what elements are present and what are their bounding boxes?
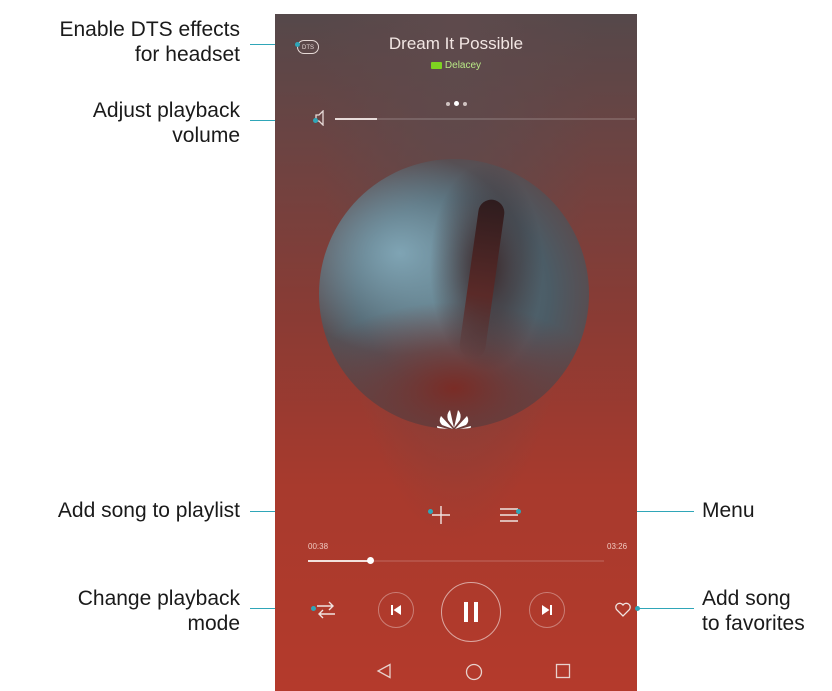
album-art[interactable] <box>319 159 589 429</box>
page-indicator <box>275 95 637 113</box>
play-pause-button[interactable] <box>441 582 501 642</box>
annotation-menu-line1: Menu <box>702 499 755 522</box>
music-player-screen: DTS Dream It Possible Delacey 00:38 03:2… <box>275 14 637 691</box>
heart-icon[interactable] <box>614 601 632 618</box>
square-recents-icon[interactable] <box>555 663 571 679</box>
total-time: 03:26 <box>607 542 628 551</box>
annotation-add-playlist-line1: Add song to playlist <box>57 499 240 522</box>
previous-button[interactable] <box>378 592 414 628</box>
leader-favorites <box>637 608 694 609</box>
volume-slider-fill <box>335 118 377 120</box>
leader-volume-dot <box>313 118 318 123</box>
album-tag-icon <box>430 61 442 69</box>
volume-slider[interactable] <box>335 118 635 120</box>
leader-add-playlist-dot <box>428 509 433 514</box>
annotation-favorites-line2: to favorites <box>702 612 805 635</box>
page-indicator-dot <box>462 101 467 106</box>
triangle-back-icon[interactable] <box>376 663 392 679</box>
progress-bar-knob[interactable] <box>367 557 375 564</box>
annotation-menu: Menu <box>702 498 832 523</box>
plus-icon[interactable] <box>430 504 452 526</box>
song-title: Dream It Possible <box>388 34 524 53</box>
leader-dts-dot <box>295 42 300 47</box>
leader-favorites-dot <box>635 606 640 611</box>
next-button[interactable] <box>529 592 565 628</box>
annotation-volume-line1: Adjust playback <box>92 99 240 122</box>
annotation-play-mode: Change playback mode <box>0 586 240 636</box>
leader-play-mode-dot <box>311 606 316 611</box>
album-row: Delacey <box>275 60 637 71</box>
annotation-volume: Adjust playback volume <box>0 98 240 148</box>
leader-menu-dot <box>516 509 521 514</box>
progress-bar-fill <box>308 560 371 562</box>
shuffle-icon[interactable] <box>315 600 337 620</box>
annotation-add-playlist: Add song to playlist <box>0 498 240 523</box>
album-label: Delacey <box>444 60 482 71</box>
page-indicator-dot <box>445 101 450 106</box>
huawei-logo <box>437 410 471 429</box>
annotation-volume-line2: volume <box>172 124 240 147</box>
pause-icon <box>464 602 478 622</box>
annotation-play-mode-line1: Change playback <box>77 587 240 610</box>
system-navigation-bar <box>275 651 637 691</box>
annotation-favorites: Add song to favorites <box>702 586 832 636</box>
skip-previous-icon <box>391 605 401 615</box>
page-indicator-dot <box>453 101 459 107</box>
elapsed-time: 00:38 <box>308 542 329 551</box>
annotation-favorites-line1: Add song <box>702 587 791 610</box>
skip-next-icon <box>542 605 552 615</box>
progress-bar[interactable] <box>308 557 604 564</box>
album-art-nebula <box>457 197 507 361</box>
annotation-dts-line1: Enable DTS effects <box>59 18 240 41</box>
annotation-dts: Enable DTS effects for headset <box>0 17 240 67</box>
circle-home-icon[interactable] <box>465 663 483 681</box>
annotation-dts-line2: for headset <box>134 43 240 66</box>
annotation-play-mode-line2: mode <box>187 612 240 635</box>
